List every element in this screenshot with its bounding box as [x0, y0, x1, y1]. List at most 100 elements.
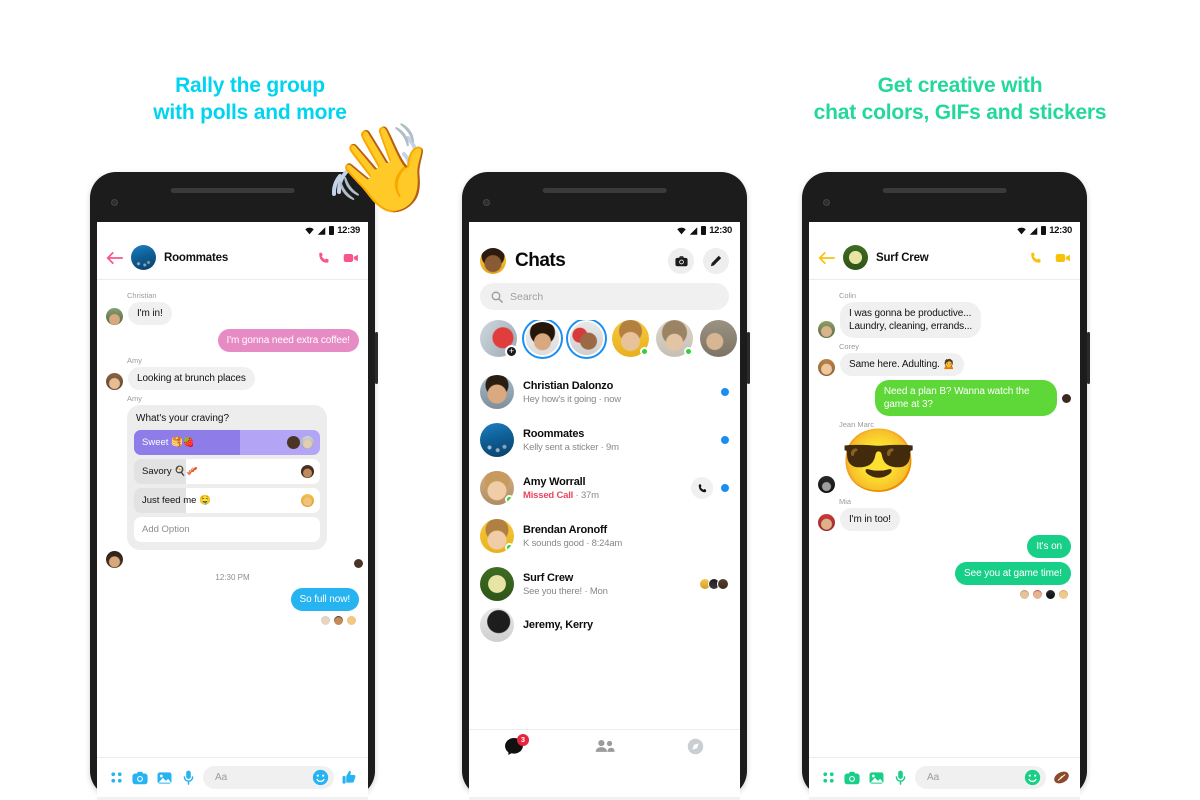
seen-by-avatars — [106, 615, 359, 626]
camera-icon[interactable] — [840, 771, 864, 785]
thumbs-up-icon[interactable] — [337, 770, 361, 785]
message-bubble[interactable]: I'm gonna need extra coffee! — [217, 329, 359, 352]
story-item[interactable] — [656, 320, 693, 357]
earpiece-speaker — [170, 188, 295, 193]
message-bubble[interactable]: See you at game time! — [955, 562, 1071, 585]
back-arrow-icon[interactable] — [106, 251, 123, 265]
chat-list-item[interactable]: Surf Crew See you there! · Mon — [469, 560, 740, 608]
avatar[interactable] — [818, 476, 835, 493]
avatar[interactable] — [480, 567, 514, 601]
avatar[interactable] — [818, 514, 835, 531]
message-bubble[interactable]: So full now! — [290, 588, 359, 611]
avatar[interactable] — [106, 308, 123, 325]
poll-option[interactable]: Just feed me 🤤 — [134, 488, 320, 513]
message-row: I'm in too! — [818, 508, 1071, 531]
avatar[interactable] — [480, 471, 514, 505]
message-bubble[interactable]: I was gonna be productive... Laundry, cl… — [840, 302, 982, 338]
poll-card: What's your craving? Sweet 🥞🍓 Savory 🍳🥓 — [127, 405, 327, 550]
message-bubble[interactable]: It's on — [1027, 535, 1071, 558]
chat-item-preview: See you there! · Mon — [523, 585, 608, 597]
sender-name: Amy — [127, 356, 142, 365]
poll-voters — [301, 494, 314, 507]
chat-item-preview: Missed Call · 37m — [523, 489, 599, 501]
photo-icon[interactable] — [864, 771, 888, 785]
message-bubble[interactable]: I'm in! — [128, 302, 172, 325]
poll-option-label: Just feed me 🤤 — [142, 495, 211, 506]
avatar[interactable] — [480, 519, 514, 553]
poll-option[interactable]: Sweet 🥞🍓 — [134, 430, 320, 455]
avatar[interactable] — [354, 559, 363, 568]
avatar[interactable] — [818, 321, 835, 338]
tab-discover[interactable] — [687, 738, 704, 760]
story-item[interactable] — [612, 320, 649, 357]
phone-center-screen: 12:30 Chats Search + Christian Dalonzo H… — [469, 222, 740, 797]
message-bubble[interactable]: Same here. Adulting. 🙍 — [840, 353, 964, 376]
avatar[interactable] — [480, 423, 514, 457]
tab-people[interactable] — [595, 739, 615, 758]
power-button[interactable] — [375, 332, 378, 384]
avatar[interactable] — [106, 551, 123, 568]
back-arrow-icon[interactable] — [818, 251, 835, 265]
status-time: 12:30 — [709, 225, 732, 236]
poll-add-option[interactable]: Add Option — [134, 517, 320, 542]
search-input[interactable]: Search — [480, 283, 729, 310]
story-item[interactable] — [568, 320, 605, 357]
compose-button[interactable] — [703, 248, 729, 274]
chat-list-item[interactable]: Roommates Kelly sent a sticker · 9m — [469, 416, 740, 464]
avatar[interactable] — [818, 359, 835, 376]
avatar[interactable] — [480, 248, 506, 274]
conversation-avatar[interactable] — [843, 245, 868, 270]
story-item[interactable] — [700, 320, 737, 357]
front-camera — [483, 199, 490, 206]
phone-icon[interactable] — [317, 251, 331, 265]
message-row: Need a plan B? Wanna watch the game at 3… — [818, 380, 1071, 416]
conversation-avatar[interactable] — [131, 245, 156, 270]
call-back-button[interactable] — [691, 477, 713, 499]
poll-option[interactable]: Savory 🍳🥓 — [134, 459, 320, 484]
power-button[interactable] — [1087, 332, 1090, 384]
video-camera-icon[interactable] — [1055, 252, 1071, 264]
message-input-placeholder: Aa — [215, 772, 228, 783]
chats-header: Chats — [469, 239, 740, 281]
photo-icon[interactable] — [152, 771, 176, 785]
avatar[interactable] — [1062, 393, 1071, 403]
message-bubble[interactable]: Looking at brunch places — [128, 367, 255, 390]
sticker-message[interactable]: 😎 — [840, 431, 917, 493]
microphone-icon[interactable] — [176, 770, 200, 785]
avatar[interactable] — [480, 608, 514, 642]
apps-grid-icon[interactable] — [104, 771, 128, 784]
smiley-icon[interactable] — [1024, 769, 1041, 786]
wifi-icon — [1017, 227, 1026, 234]
chat-list-item[interactable]: Amy Worrall Missed Call · 37m — [469, 464, 740, 512]
message-input[interactable]: Aa — [915, 766, 1046, 789]
camera-icon[interactable] — [128, 771, 152, 785]
chat-list-item[interactable]: Jeremy, Kerry — [469, 608, 740, 642]
smiley-icon[interactable] — [312, 769, 329, 786]
stories-row: + — [469, 320, 740, 368]
message-composer: Aa — [809, 757, 1080, 797]
story-item[interactable] — [524, 320, 561, 357]
page-title: Chats — [515, 250, 566, 271]
message-bubble[interactable]: Need a plan B? Wanna watch the game at 3… — [874, 380, 1057, 416]
phone-icon[interactable] — [1029, 251, 1043, 265]
message-bubble[interactable]: I'm in too! — [840, 508, 900, 531]
story-your-story[interactable]: + — [480, 320, 518, 358]
football-icon[interactable] — [1049, 770, 1073, 785]
tab-chats[interactable]: 3 — [505, 733, 529, 760]
chat-list-item[interactable]: Christian Dalonzo Hey how's it going · n… — [469, 368, 740, 416]
chat-list-item[interactable]: Brendan Aronoff K sounds good · 8:24am — [469, 512, 740, 560]
avatar[interactable] — [480, 375, 514, 409]
video-camera-icon[interactable] — [343, 252, 359, 264]
camera-button[interactable] — [668, 248, 694, 274]
chat-header-actions — [1029, 251, 1071, 265]
apps-grid-icon[interactable] — [816, 771, 840, 784]
wifi-icon — [677, 227, 686, 234]
avatar[interactable] — [106, 373, 123, 390]
waving-hand-decoration: 👋 — [312, 118, 437, 238]
microphone-icon[interactable] — [888, 770, 912, 785]
power-button[interactable] — [747, 332, 750, 384]
phone-top-bezel — [809, 180, 1080, 222]
add-story-badge[interactable]: + — [505, 345, 518, 358]
message-input[interactable]: Aa — [203, 766, 334, 789]
message-thread: Christian I'm in! I'm gonna need extra c… — [97, 280, 368, 626]
